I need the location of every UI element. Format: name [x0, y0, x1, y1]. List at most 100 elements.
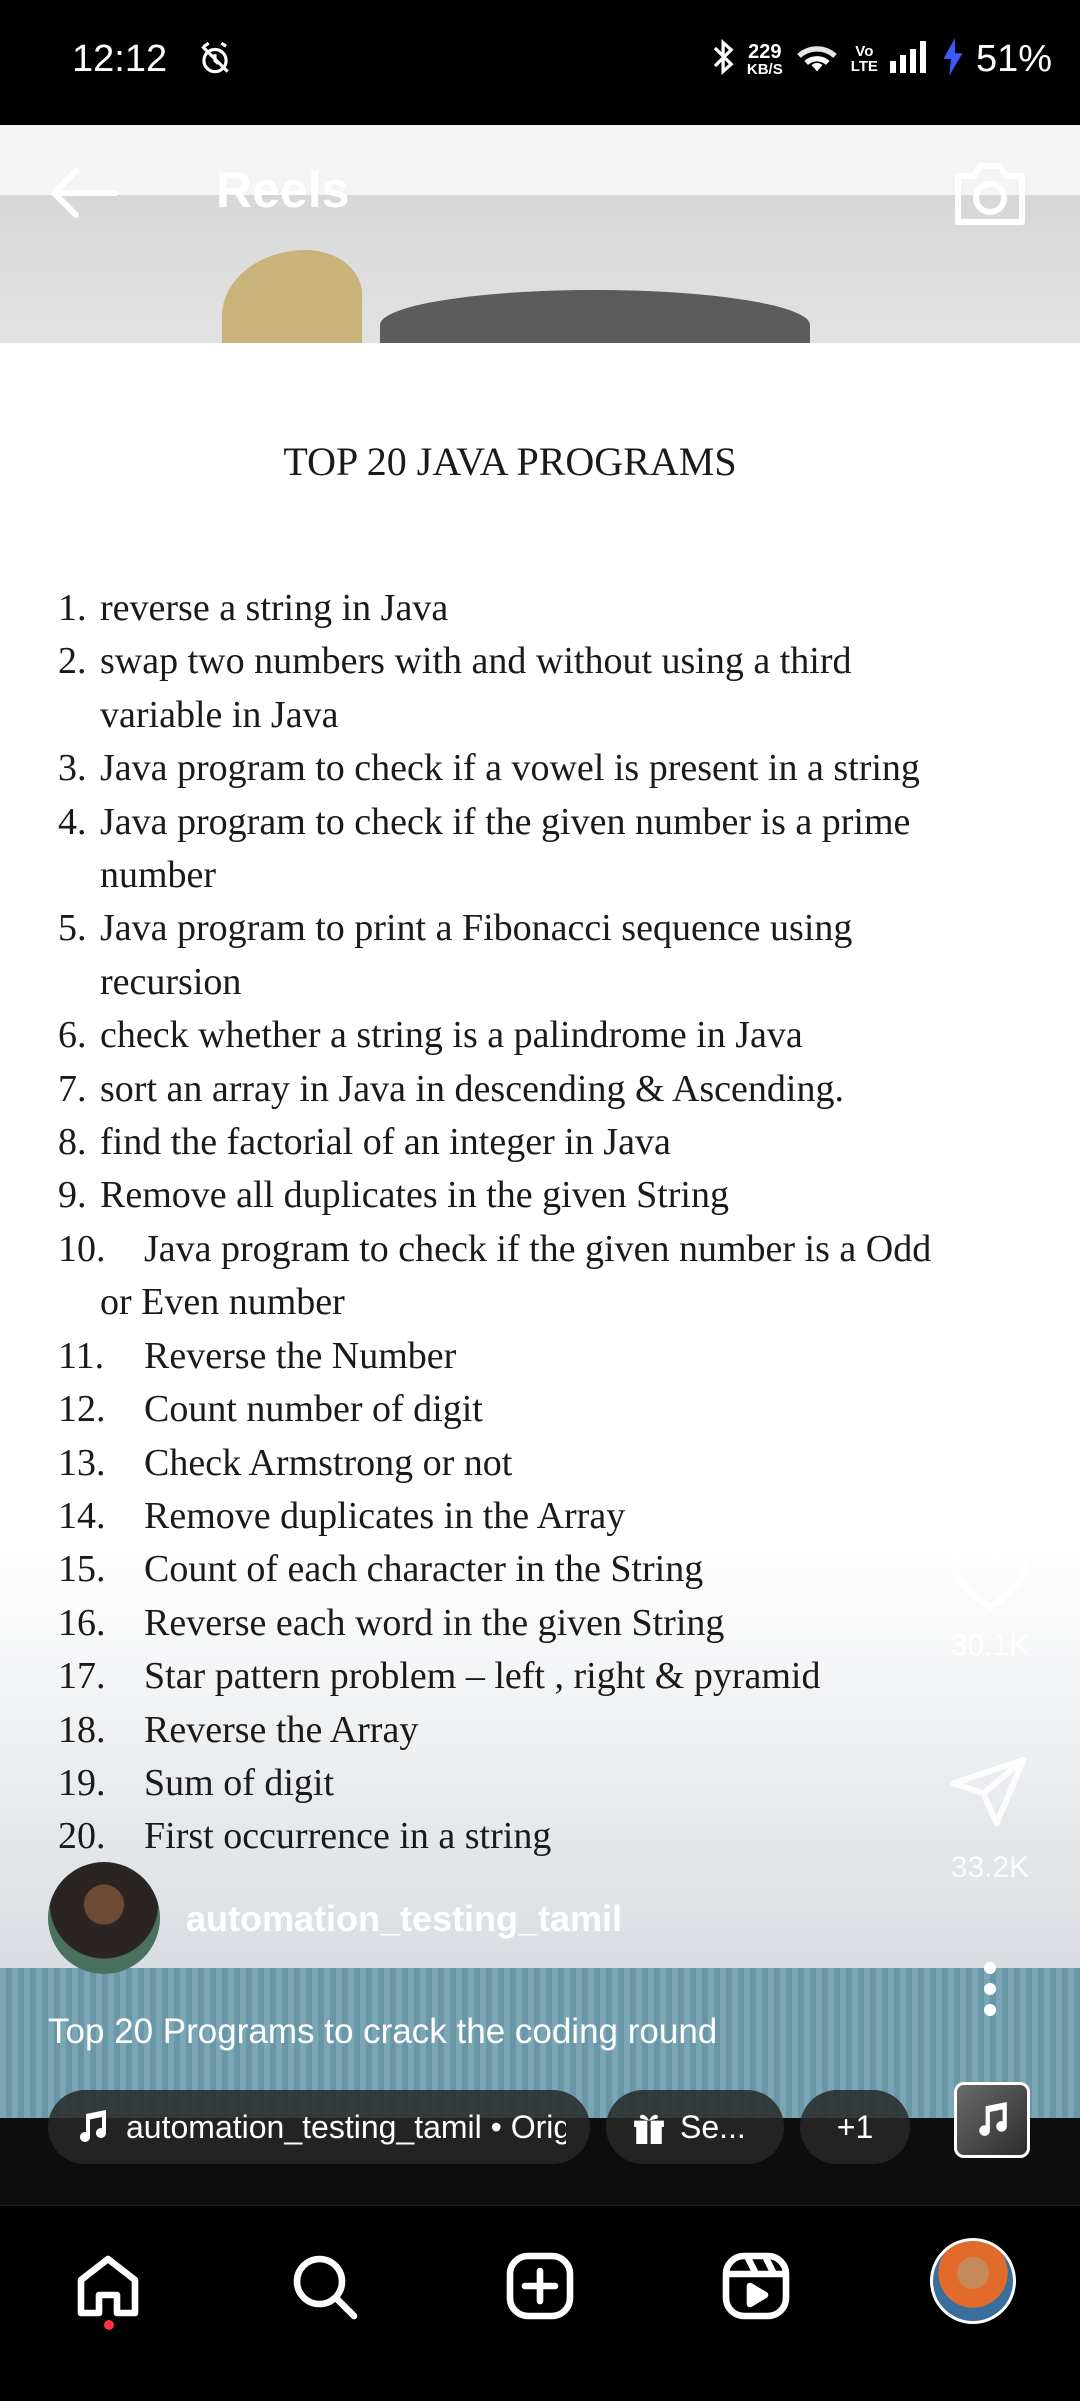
- program-number: 2.: [58, 640, 87, 683]
- more-vertical-icon: [984, 1962, 996, 2016]
- program-text: Check Armstrong or not: [144, 1441, 513, 1484]
- post-caption[interactable]: Top 20 Programs to crack the coding roun…: [48, 2012, 717, 2052]
- audio-thumbnail[interactable]: [954, 2082, 1030, 2158]
- program-text: recursion: [100, 960, 242, 1003]
- program-number: 11.: [58, 1334, 105, 1377]
- program-number: 13.: [58, 1441, 106, 1484]
- program-number: 14.: [58, 1494, 106, 1537]
- create-icon: [506, 2252, 574, 2320]
- back-button[interactable]: [46, 165, 122, 221]
- like-action[interactable]: 30.1K: [930, 1540, 1050, 1663]
- program-text: Count number of digit: [144, 1388, 483, 1431]
- program-text: Remove duplicates in the Array: [144, 1494, 626, 1537]
- nav-create[interactable]: [500, 2246, 580, 2326]
- more-chips-button[interactable]: +1: [800, 2090, 910, 2164]
- program-text: find the factorial of an integer in Java: [100, 1121, 671, 1164]
- charging-icon: [942, 37, 964, 81]
- program-text: Java program to check if a vowel is pres…: [100, 747, 920, 790]
- status-icons: 229 KB/S Vo LTE 51%: [713, 34, 1052, 84]
- more-options-button[interactable]: [975, 1962, 1005, 2016]
- program-item: 18. Reverse the Array: [58, 1704, 1048, 1757]
- program-number: 20.: [58, 1815, 106, 1858]
- wifi-icon: [795, 39, 839, 80]
- signal-icon: [889, 40, 930, 78]
- author-username[interactable]: automation_testing_tamil: [186, 1898, 622, 1940]
- bottom-navigation: [0, 2205, 1080, 2401]
- program-item: 5. Java program to print a Fibonacci sequ…: [58, 902, 1048, 955]
- program-text: reverse a string in Java: [100, 587, 449, 629]
- program-item: 13. Check Armstrong or not: [58, 1437, 1048, 1490]
- camera-button[interactable]: [950, 152, 1030, 232]
- program-number: 17.: [58, 1655, 106, 1698]
- program-item: 9. Remove all duplicates in the given Str…: [58, 1169, 1048, 1222]
- send-icon: [950, 1757, 1027, 1827]
- like-count: 30.1K: [950, 1629, 1030, 1662]
- program-number: 12.: [58, 1388, 106, 1431]
- home-active-dot: [104, 2320, 114, 2330]
- battery-percent: 51%: [975, 37, 1052, 80]
- program-text: Reverse the Number: [144, 1334, 457, 1377]
- audio-chip-label: automation_testing_tamil • Orig: [126, 2108, 566, 2145]
- gift-chip-label: Se...: [680, 2108, 746, 2145]
- home-icon: [77, 2255, 139, 2317]
- program-text: Java program to check if the given numbe…: [100, 800, 911, 843]
- program-number: 16.: [58, 1601, 106, 1644]
- status-bar: 12:12 229 KB/S Vo LTE 51%: [0, 0, 1080, 125]
- program-text: Reverse each word in the given String: [144, 1601, 725, 1644]
- program-number: 9.: [58, 1174, 87, 1217]
- gift-icon: [634, 2114, 664, 2144]
- program-number: 15.: [58, 1548, 106, 1591]
- program-number: 3.: [58, 747, 87, 790]
- program-text: Reverse the Array: [144, 1708, 419, 1751]
- document-title: TOP 20 JAVA PROGRAMS: [283, 439, 737, 484]
- program-number: 5.: [58, 907, 87, 950]
- program-item: 19. Sum of digit: [58, 1757, 1048, 1810]
- program-text: number: [100, 854, 217, 897]
- program-text: or Even number: [100, 1281, 345, 1324]
- nav-home[interactable]: [68, 2246, 148, 2326]
- program-item: 7. sort an array in Java in descending & …: [58, 1063, 1048, 1116]
- share-action[interactable]: 33.2K: [930, 1752, 1050, 1885]
- top-header: Reels: [0, 125, 1080, 255]
- program-number: 18.: [58, 1708, 106, 1751]
- program-text: swap two numbers with and without using …: [100, 640, 852, 683]
- audio-chip[interactable]: automation_testing_tamil • Orig: [48, 2090, 590, 2164]
- program-text: Star pattern problem – left , right & py…: [144, 1655, 821, 1698]
- program-item: 3. Java program to check if a vowel is pr…: [58, 742, 1048, 795]
- program-number: 6.: [58, 1014, 87, 1057]
- program-item: or Even number: [58, 1276, 1048, 1329]
- search-icon: [293, 2255, 358, 2320]
- program-number: 1.: [58, 587, 87, 629]
- gift-chip[interactable]: Se...: [606, 2090, 784, 2164]
- program-item: 1. reverse a string in Java: [58, 582, 1048, 635]
- program-number: 7.: [58, 1067, 87, 1110]
- volte-indicator: Vo LTE: [851, 44, 878, 74]
- program-number: 10.: [58, 1227, 106, 1270]
- program-text: variable in Java: [100, 693, 339, 736]
- program-list: 1. reverse a string in Java 2. swap two num…: [58, 582, 1048, 1864]
- share-count: 33.2K: [950, 1851, 1030, 1884]
- nav-profile-avatar[interactable]: [930, 2238, 1016, 2324]
- program-text: First occurrence in a string: [144, 1815, 552, 1858]
- program-text: Java program to print a Fibonacci sequen…: [100, 907, 853, 950]
- program-text: Java program to check if the given numbe…: [144, 1227, 932, 1270]
- music-note-icon: [979, 2102, 1007, 2136]
- program-item: 6. check whether a string is a palindrome…: [58, 1009, 1048, 1062]
- program-text: Sum of digit: [144, 1761, 335, 1804]
- reels-icon: [722, 2252, 790, 2320]
- program-number: 4.: [58, 800, 87, 843]
- alarm-icon: [196, 40, 234, 83]
- program-item: 16. Reverse each word in the given String: [58, 1597, 1048, 1650]
- program-text: Remove all duplicates in the given Strin…: [100, 1174, 729, 1217]
- program-text: check whether a string is a palindrome i…: [100, 1014, 803, 1057]
- volte-bottom: LTE: [850, 58, 878, 75]
- arrow-left-icon: [51, 168, 119, 218]
- program-item: number: [58, 849, 1048, 902]
- program-text: Count of each character in the String: [144, 1548, 704, 1591]
- program-number: 8.: [58, 1121, 87, 1164]
- program-item: 4. Java program to check if the given num…: [58, 796, 1048, 849]
- nav-reels[interactable]: [716, 2246, 796, 2326]
- program-item: recursion: [58, 956, 1048, 1009]
- nav-search[interactable]: [284, 2246, 364, 2326]
- author-avatar[interactable]: [48, 1862, 160, 1974]
